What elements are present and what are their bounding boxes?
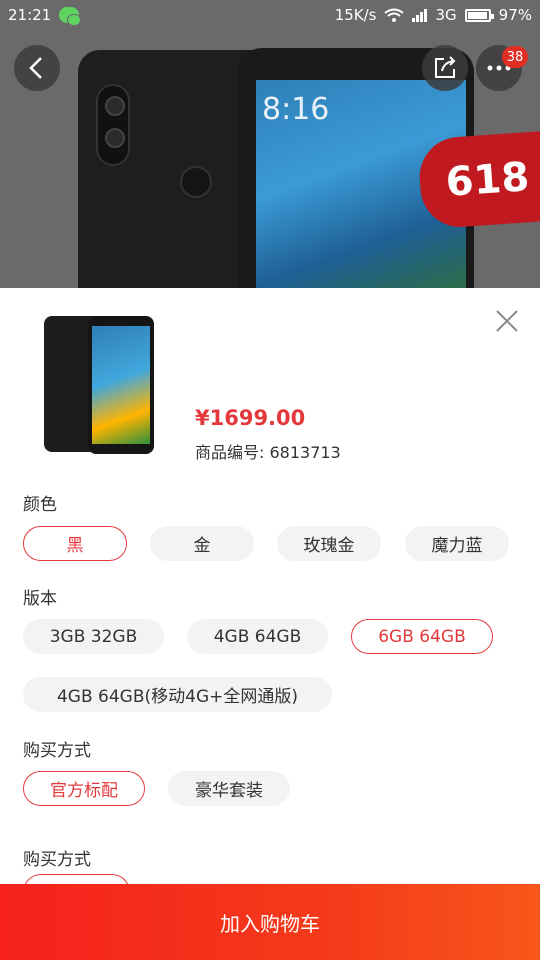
- version-option-6-64[interactable]: 6GB 64GB: [351, 619, 493, 654]
- version-option-4-64[interactable]: 4GB 64GB: [187, 619, 328, 654]
- product-sku: 商品编号: 6813713: [195, 443, 341, 462]
- add-to-cart-button[interactable]: 加入购物车: [0, 884, 540, 960]
- wifi-icon: [384, 8, 405, 22]
- color-option-blue[interactable]: 魔力蓝: [405, 526, 509, 561]
- network-speed: 15K/s: [334, 6, 377, 24]
- camera-module: [96, 84, 130, 166]
- network-type: 3G: [435, 6, 457, 24]
- product-price: ¥1699.00: [195, 406, 306, 430]
- purchase-section-label-2: 购买方式: [23, 850, 91, 870]
- promo-badge-618: 618: [417, 130, 540, 230]
- version-option-4-64-all-network[interactable]: 4GB 64GB(移动4G+全网通版): [23, 677, 332, 712]
- status-bar: 21:21 15K/s 3G 97%: [0, 0, 540, 30]
- share-button[interactable]: [422, 45, 468, 91]
- notification-badge: 38: [502, 46, 528, 68]
- purchase-section-label: 购买方式: [23, 741, 91, 761]
- version-option-3-32[interactable]: 3GB 32GB: [23, 619, 164, 654]
- color-option-gold[interactable]: 金: [150, 526, 254, 561]
- close-button[interactable]: [492, 306, 522, 336]
- fingerprint-sensor: [180, 166, 212, 198]
- back-button[interactable]: [14, 45, 60, 91]
- wechat-icon: [59, 7, 82, 26]
- share-icon: [435, 56, 456, 78]
- signal-icon: [412, 8, 428, 22]
- battery-icon: [464, 8, 494, 22]
- battery-level: 97%: [498, 6, 532, 24]
- purchase-option-deluxe[interactable]: 豪华套装: [168, 771, 290, 806]
- product-hero: 8:16 618: [0, 0, 540, 290]
- chevron-left-icon: [29, 57, 42, 79]
- close-icon: [496, 310, 518, 332]
- phone-screen-time: 8:16: [262, 92, 330, 127]
- color-section-label: 颜色: [23, 495, 57, 515]
- color-option-black[interactable]: 黑: [23, 526, 127, 561]
- purchase-option-standard[interactable]: 官方标配: [23, 771, 145, 806]
- version-section-label: 版本: [23, 589, 57, 609]
- color-option-rose-gold[interactable]: 玫瑰金: [277, 526, 381, 561]
- status-time: 21:21: [8, 6, 52, 24]
- thumbnail-phone-screen: [92, 326, 150, 444]
